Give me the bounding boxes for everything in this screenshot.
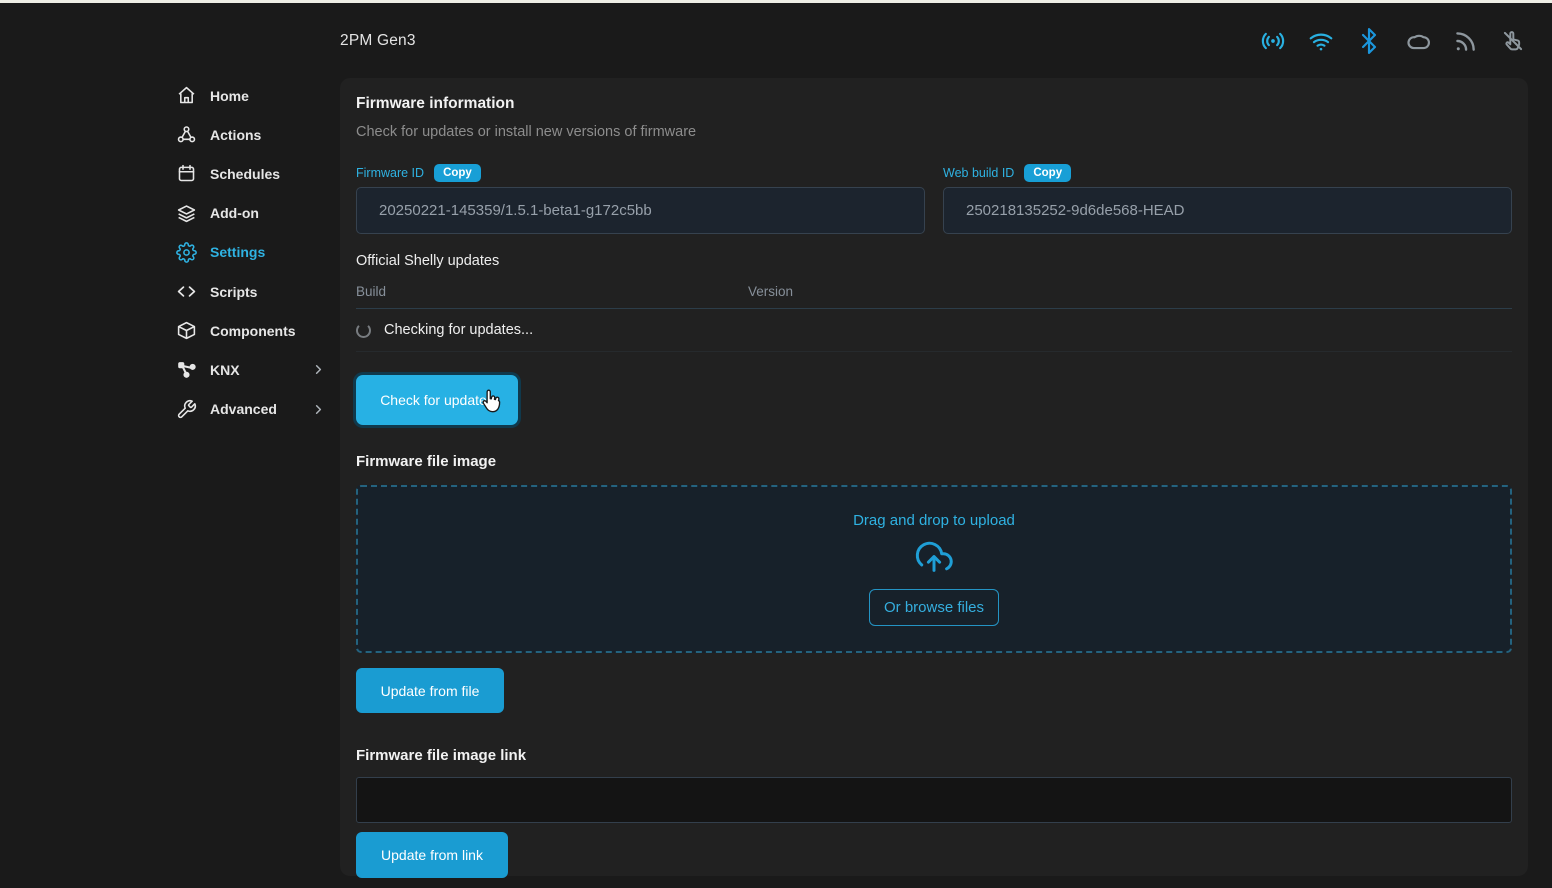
column-header-version: Version: [748, 284, 793, 299]
status-icon-bar: [1259, 27, 1526, 54]
firmware-id-field-group: Firmware ID Copy: [356, 163, 925, 234]
chevron-right-icon: [311, 402, 326, 417]
dropzone-hint-text: Drag and drop to upload: [853, 512, 1015, 529]
sidebar-item-label: Settings: [210, 244, 265, 260]
web-build-id-label: Web build ID: [943, 166, 1014, 180]
nodes-icon: [176, 359, 197, 380]
sidebar-item-label: Schedules: [210, 166, 280, 182]
calendar-icon: [176, 163, 197, 184]
official-updates-title: Official Shelly updates: [356, 253, 1512, 269]
sidebar-nav: Home Actions Schedules Add-on Settings S…: [176, 76, 326, 429]
column-header-build: Build: [356, 284, 748, 299]
firmware-id-label: Firmware ID: [356, 166, 424, 180]
update-from-file-button[interactable]: Update from file: [356, 668, 504, 713]
web-build-id-copy-button[interactable]: Copy: [1024, 164, 1071, 182]
checking-updates-row: Checking for updates...: [356, 309, 1512, 352]
sidebar-item-scripts[interactable]: Scripts: [176, 272, 326, 311]
layers-icon: [176, 203, 197, 224]
bluetooth-icon: [1355, 27, 1382, 54]
ap-broadcast-icon: [1259, 27, 1286, 54]
sidebar-item-schedules[interactable]: Schedules: [176, 154, 326, 193]
cloud-icon: [1403, 27, 1430, 54]
check-for-updates-button[interactable]: Check for updates: [356, 375, 518, 425]
web-build-id-input[interactable]: [943, 187, 1512, 234]
web-build-id-field-group: Web build ID Copy: [943, 163, 1512, 234]
sidebar-item-actions[interactable]: Actions: [176, 115, 326, 154]
firmware-file-image-title: Firmware file image: [356, 453, 1512, 470]
sidebar-item-label: Scripts: [210, 284, 257, 300]
update-from-link-button[interactable]: Update from link: [356, 832, 508, 878]
firmware-ids-row: Firmware ID Copy Web build ID Copy: [356, 163, 1512, 234]
sidebar-item-label: Components: [210, 323, 296, 339]
sidebar-item-label: Home: [210, 88, 249, 104]
sidebar-item-label: KNX: [210, 362, 240, 378]
home-icon: [176, 85, 197, 106]
firmware-file-dropzone[interactable]: Drag and drop to upload Or browse files: [356, 485, 1512, 653]
top-header: 2PM Gen3: [0, 3, 1552, 78]
browse-files-button[interactable]: Or browse files: [869, 589, 999, 626]
mqtt-rss-icon: [1451, 27, 1478, 54]
firmware-information-subtitle: Check for updates or install new version…: [356, 124, 1512, 140]
firmware-id-copy-button[interactable]: Copy: [434, 164, 481, 182]
sidebar-item-knx[interactable]: KNX: [176, 350, 326, 389]
gear-icon: [176, 242, 197, 263]
sidebar-item-components[interactable]: Components: [176, 311, 326, 350]
chevron-right-icon: [311, 362, 326, 377]
upload-cloud-icon: [911, 538, 957, 580]
sidebar-item-label: Add-on: [210, 205, 259, 221]
checking-updates-status: Checking for updates...: [384, 322, 533, 338]
wifi-icon: [1307, 27, 1334, 54]
sidebar-item-settings[interactable]: Settings: [176, 233, 326, 272]
touch-slash-icon: [1499, 27, 1526, 54]
sidebar-item-label: Actions: [210, 127, 261, 143]
wrench-icon: [176, 399, 197, 420]
sidebar-item-addon[interactable]: Add-on: [176, 194, 326, 233]
updates-table-header: Build Version: [356, 284, 1512, 309]
firmware-settings-panel: Firmware information Check for updates o…: [340, 78, 1528, 876]
firmware-id-input[interactable]: [356, 187, 925, 234]
firmware-link-input[interactable]: [356, 777, 1512, 823]
sidebar-item-home[interactable]: Home: [176, 76, 326, 115]
code-icon: [176, 281, 197, 302]
sidebar-item-advanced[interactable]: Advanced: [176, 390, 326, 429]
box-icon: [176, 320, 197, 341]
firmware-file-image-link-title: Firmware file image link: [356, 747, 1512, 764]
loading-spinner-icon: [356, 323, 371, 338]
device-title: 2PM Gen3: [340, 32, 416, 50]
actions-icon: [176, 124, 197, 145]
sidebar-item-label: Advanced: [210, 401, 277, 417]
firmware-information-title: Firmware information: [356, 95, 1512, 113]
